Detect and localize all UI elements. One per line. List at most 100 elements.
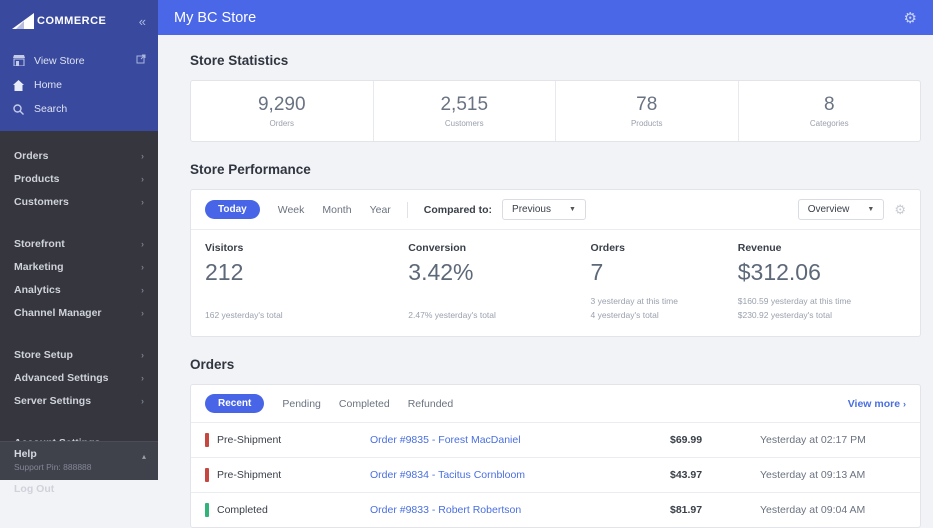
bigcommerce-sail-icon [12, 13, 34, 29]
metric-value: $312.06 [737, 259, 821, 285]
tab-refunded[interactable]: Refunded [408, 398, 454, 410]
sidebar-item-store-setup[interactable]: Store Setup › [0, 343, 158, 366]
tab-week[interactable]: Week [278, 204, 305, 216]
compare-select[interactable]: Previous ▼ [502, 199, 586, 220]
sidebar-group-channels: Storefront › Marketing › Analytics › Channe… [0, 227, 158, 329]
tab-month[interactable]: Month [322, 204, 351, 216]
performance-settings-gear-icon[interactable]: ⚙ [894, 202, 906, 218]
sidebar-item-label: Customers [14, 195, 69, 208]
sidebar-item-advanced-settings[interactable]: Advanced Settings › [0, 366, 158, 389]
metric-value: 3.42% [408, 259, 474, 285]
tab-pending[interactable]: Pending [282, 398, 321, 410]
search-icon [12, 103, 25, 115]
orders-card: Recent Pending Completed Refunded View m… [190, 384, 921, 528]
stat-products: 78 Products [555, 81, 738, 141]
sidebar-item-log-out[interactable]: Log Out [0, 477, 158, 500]
sidebar-collapse-button[interactable]: « [139, 14, 146, 29]
caret-down-icon: ▼ [867, 206, 875, 213]
metric-revenue: Revenue $312.06 $160.59 yesterday at thi… [738, 242, 906, 322]
compared-to-label: Compared to: [423, 203, 493, 216]
store-statistics-card: 9,290 Orders 2,515 Customers 78 Products… [190, 80, 921, 142]
metric-label: Revenue [737, 242, 782, 254]
order-row[interactable]: Completed Order #9833 - Robert Robertson… [191, 492, 920, 527]
sidebar-item-label: Marketing [14, 260, 64, 273]
order-row[interactable]: Pre-Shipment Order #9835 - Forest MacDan… [191, 422, 920, 457]
sidebar-item-storefront[interactable]: Storefront › [0, 232, 158, 255]
chevron-right-icon: › [141, 261, 144, 272]
tab-year[interactable]: Year [370, 204, 391, 216]
status-color-bar [205, 503, 209, 517]
order-status: Completed [205, 503, 370, 517]
main-content: Store Statistics 9,290 Orders 2,515 Cust… [158, 35, 933, 528]
sidebar-item-search[interactable]: Search [0, 97, 158, 121]
order-price: $69.99 [670, 434, 703, 446]
stat-label: Orders [269, 119, 294, 128]
sidebar-item-products[interactable]: Products › [0, 167, 158, 190]
support-pin: Support Pin: 888888 [14, 462, 92, 472]
sidebar-group-settings: Store Setup › Advanced Settings › Server S… [0, 338, 158, 417]
chevron-right-icon: › [141, 395, 144, 406]
top-header-bar: My BC Store ⚙ [158, 0, 933, 35]
metric-subtext: $160.59 yesterday at this time $230.92 y… [737, 295, 852, 320]
view-more-link[interactable]: View more › [848, 398, 906, 410]
order-time: Yesterday at 02:17 PM [760, 434, 866, 446]
tab-completed[interactable]: Completed [339, 398, 390, 410]
stat-label: Products [630, 119, 663, 128]
metric-value: 7 [590, 259, 604, 285]
metric-label: Conversion [408, 242, 467, 254]
order-time: Yesterday at 09:13 AM [760, 469, 866, 481]
sidebar-item-label: Products [14, 172, 60, 185]
metric-label: Visitors [205, 242, 244, 254]
chevron-right-icon: › [141, 284, 144, 295]
stat-label: Categories [809, 119, 849, 128]
metric-orders: Orders 7 3 yesterday at this time 4 yest… [591, 242, 738, 322]
metric-subtext: 2.47% yesterday's total [408, 309, 496, 320]
order-price: $43.97 [670, 469, 703, 481]
sidebar-item-server-settings[interactable]: Server Settings › [0, 389, 158, 412]
sidebar-item-home[interactable]: Home [0, 73, 158, 97]
sidebar-item-label: Analytics [14, 283, 61, 296]
chevron-right-icon: › [903, 398, 906, 409]
sidebar-item-orders[interactable]: Orders › [0, 144, 158, 167]
stat-value: 78 [636, 94, 658, 115]
order-price: $81.97 [670, 504, 703, 516]
overview-select[interactable]: Overview ▼ [797, 199, 885, 220]
sidebar-item-label: Orders [14, 149, 49, 162]
orders-title: Orders [190, 357, 235, 372]
sidebar: COMMERCE « View Store Home Search Orders… [0, 0, 158, 495]
sidebar-item-label: Log Out [14, 482, 55, 495]
store-icon [12, 55, 25, 66]
order-link[interactable]: Order #9835 - Forest MacDaniel [370, 434, 670, 446]
sidebar-item-label: Channel Manager [14, 306, 102, 319]
sidebar-item-customers[interactable]: Customers › [0, 190, 158, 213]
sidebar-help-panel[interactable]: Help Support Pin: 888888 ▴ [0, 441, 158, 480]
overview-select-value: Overview [807, 204, 850, 215]
sidebar-item-channel-manager[interactable]: Channel Manager › [0, 301, 158, 324]
order-row[interactable]: Pre-Shipment Order #9834 - Tacitus Cornb… [191, 457, 920, 492]
sidebar-item-label: View Store [34, 54, 85, 67]
chevron-right-icon: › [141, 173, 144, 184]
sidebar-item-marketing[interactable]: Marketing › [0, 255, 158, 278]
store-performance-card: Today Week Month Year Compared to: Previ… [190, 189, 921, 337]
sidebar-logo-bar: COMMERCE « [0, 0, 158, 42]
stat-value: 2,515 [440, 94, 489, 115]
sidebar-item-analytics[interactable]: Analytics › [0, 278, 158, 301]
sidebar-item-label: Home [34, 79, 63, 91]
sidebar-item-label: Server Settings [14, 394, 92, 407]
sidebar-item-view-store[interactable]: View Store [0, 48, 158, 73]
sidebar-group-commerce: Orders › Products › Customers › [0, 139, 158, 218]
tab-today[interactable]: Today [205, 200, 260, 219]
header-settings-gear-icon[interactable]: ⚙ [904, 9, 917, 27]
bigcommerce-logo[interactable]: COMMERCE [12, 13, 139, 29]
orders-tab-row: Recent Pending Completed Refunded View m… [191, 385, 920, 422]
order-link[interactable]: Order #9834 - Tacitus Cornbloom [370, 469, 670, 481]
sidebar-item-label: Advanced Settings [14, 371, 109, 384]
external-link-icon [136, 54, 146, 67]
order-link[interactable]: Order #9833 - Robert Robertson [370, 504, 670, 516]
sidebar-item-label: Store Setup [14, 348, 73, 361]
chevron-right-icon: › [141, 238, 144, 249]
metric-subtext: 3 yesterday at this time 4 yesterday's t… [590, 295, 678, 320]
chevron-right-icon: › [141, 349, 144, 360]
tab-recent[interactable]: Recent [205, 394, 265, 413]
metric-label: Orders [590, 242, 625, 254]
